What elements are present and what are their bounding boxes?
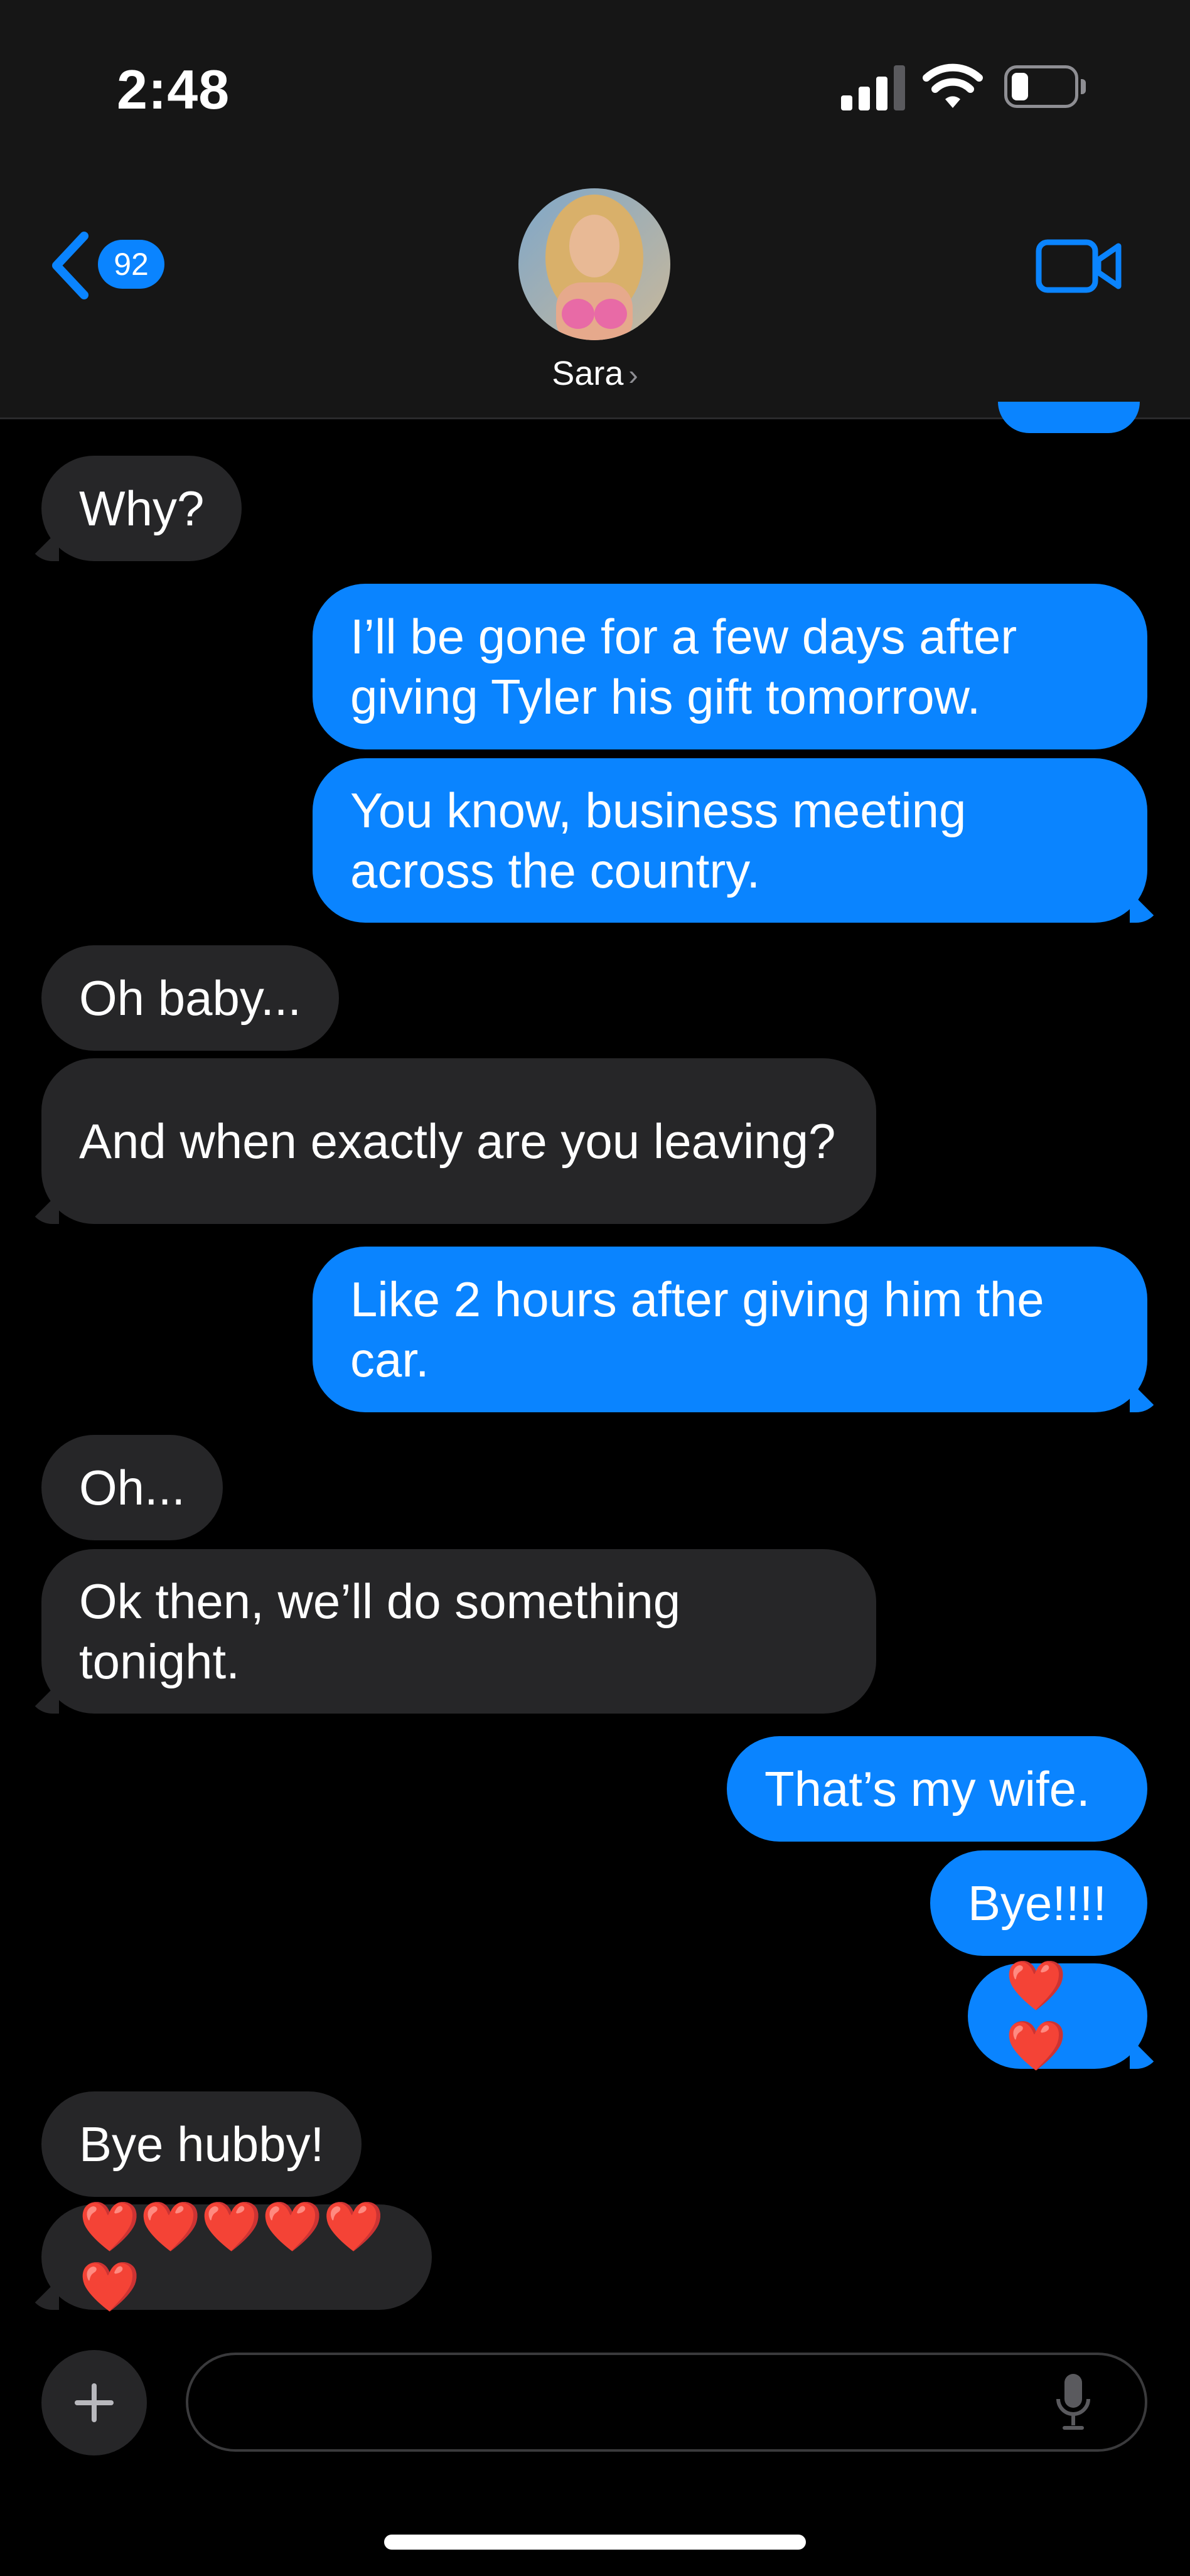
message-bubble-received[interactable]: Oh baby...	[41, 945, 340, 1051]
chevron-right-icon: ›	[628, 358, 638, 391]
message-text: Bye!!!!	[968, 1876, 1107, 1931]
microphone-icon[interactable]	[1054, 2371, 1092, 2434]
message-bubble-sent-partial	[998, 402, 1140, 433]
cellular-signal-icon	[841, 65, 905, 110]
message-bubble-received[interactable]: Ok then, we’ll do something tonight.	[41, 1549, 876, 1714]
add-attachment-button[interactable]	[41, 2350, 147, 2455]
message-text: You know, business meeting across the co…	[350, 783, 967, 898]
message-text: I’ll be gone for a few days after giving…	[350, 609, 1017, 724]
message-text: Why?	[79, 481, 205, 536]
message-bubble-received[interactable]: Oh...	[41, 1435, 223, 1540]
battery-icon	[1004, 65, 1086, 108]
wifi-icon	[923, 63, 983, 108]
message-text: Bye hubby!	[79, 2117, 324, 2172]
contact-avatar[interactable]	[518, 188, 670, 340]
message-bubble-received[interactable]: ❤️❤️❤️❤️❤️❤️	[41, 2199, 432, 2316]
message-input-container	[186, 2353, 1147, 2452]
chevron-left-icon	[52, 232, 88, 299]
message-input[interactable]	[213, 2368, 1029, 2437]
message-bubble-received[interactable]: Bye hubby!	[41, 2091, 362, 2197]
message-bubble-sent[interactable]: That’s my wife.	[727, 1736, 1147, 1842]
heart-emoji-message: ❤️❤️❤️❤️❤️❤️	[79, 2199, 384, 2316]
message-text: And when exactly are you leaving?	[79, 1114, 836, 1169]
contact-name: Sara	[552, 355, 624, 392]
message-bubble-received[interactable]: And when exactly are you leaving?	[41, 1058, 876, 1224]
home-indicator[interactable]	[384, 2535, 806, 2550]
message-bubble-received[interactable]: Why?	[41, 456, 242, 561]
message-text: Like 2 hours after giving him the car.	[350, 1272, 1044, 1387]
message-text: Oh baby...	[79, 970, 302, 1026]
back-button[interactable]: 92	[48, 226, 173, 301]
message-bubble-sent[interactable]: I’ll be gone for a few days after giving…	[313, 584, 1147, 749]
message-bubble-sent[interactable]: Like 2 hours after giving him the car.	[313, 1247, 1147, 1412]
message-text: Ok then, we’ll do something tonight.	[79, 1574, 681, 1689]
message-bubble-sent[interactable]: ❤️❤️	[968, 1958, 1147, 2074]
contact-name-button[interactable]: Sara ›	[0, 354, 1190, 393]
unread-count-badge: 92	[98, 240, 164, 289]
heart-emoji-message: ❤️❤️	[1005, 1958, 1067, 2074]
message-text: Oh...	[79, 1460, 186, 1515]
message-bubble-sent[interactable]: You know, business meeting across the co…	[313, 758, 1147, 923]
message-text: That’s my wife.	[764, 1761, 1090, 1817]
conversation-header: 2:48 92 Sara ›	[0, 0, 1190, 419]
message-bubble-sent[interactable]: Bye!!!!	[930, 1850, 1147, 1956]
status-time: 2:48	[117, 58, 230, 121]
video-call-icon[interactable]	[1036, 237, 1123, 295]
